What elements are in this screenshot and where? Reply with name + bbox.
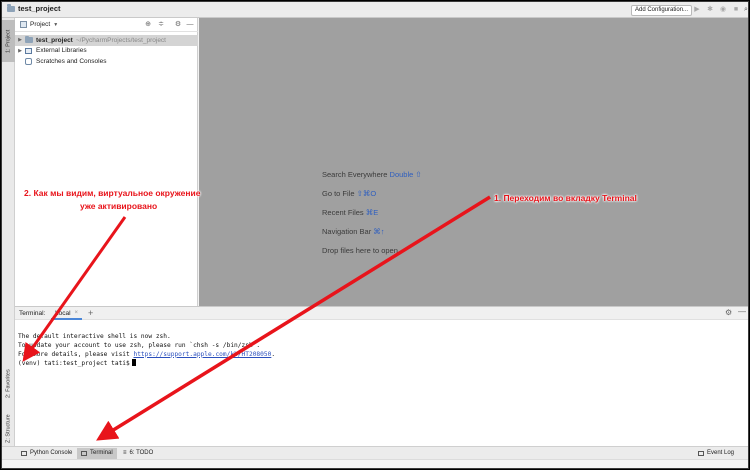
- library-icon: [25, 47, 32, 54]
- terminal-panel: Terminal: Local × + ⚙ — The default inte…: [15, 306, 748, 446]
- tab-favorites[interactable]: 2: Favorites: [2, 363, 15, 405]
- event-log-button[interactable]: Event Log: [694, 448, 738, 459]
- terminal-line: To update your account to use zsh, pleas…: [18, 341, 261, 349]
- annotation-right: 1. Переходим во вкладку Terminal: [494, 193, 637, 203]
- tree-item-label: External Libraries: [36, 47, 87, 55]
- tool-window-bar: Python Console Terminal ≡ 6: TODO Event …: [2, 446, 748, 459]
- annotation-left-line2: уже активировано: [80, 201, 158, 211]
- tree-item-project-root[interactable]: ▶ test_project ~/PycharmProjects/test_pr…: [15, 35, 198, 46]
- breadcrumb-project: test_project: [18, 4, 61, 13]
- tip-go-to-file: Go to File ⇧⌘O: [322, 189, 377, 198]
- new-tab-icon[interactable]: +: [88, 308, 93, 318]
- tree-item-path: ~/PycharmProjects/test_project: [75, 36, 166, 44]
- scratches-icon: [25, 57, 32, 65]
- tab-local[interactable]: Local ×: [51, 308, 83, 320]
- folder-icon: [25, 35, 33, 44]
- tree-item-external-libraries[interactable]: ▶ External Libraries: [15, 46, 198, 57]
- terminal-button[interactable]: Terminal: [77, 448, 117, 459]
- expand-arrow-icon[interactable]: ▶: [15, 48, 25, 54]
- tip-drop-files: Drop files here to open: [322, 246, 398, 255]
- terminal-line: The default interactive shell is now zsh…: [18, 333, 171, 340]
- terminal-label: Terminal:: [19, 310, 46, 317]
- annotation-left-line1: 2. Как мы видим, виртуальное окружение: [24, 188, 201, 198]
- breadcrumb[interactable]: test_project: [7, 4, 61, 13]
- ide-window: test_project Add Configuration... ▶ ✱ ◉ …: [1, 1, 749, 469]
- gear-icon[interactable]: ⚙: [725, 308, 732, 317]
- terminal-prompt-line: (venv) tati:test_project tati$: [18, 359, 743, 369]
- terminal-output[interactable]: The default interactive shell is now zsh…: [18, 333, 743, 369]
- debug-icon[interactable]: ✱: [705, 5, 715, 15]
- expand-arrow-icon[interactable]: ▶: [15, 37, 25, 43]
- event-log-icon: [698, 451, 704, 456]
- status-line: [2, 459, 748, 468]
- tip-search-everywhere: Search Everywhere Double ⇧: [322, 170, 422, 179]
- project-view-icon: [20, 21, 27, 28]
- collapse-icon[interactable]: ≑: [157, 21, 165, 29]
- todo-icon: ≡: [123, 450, 127, 456]
- tip-recent-files: Recent Files ⌘E: [322, 208, 379, 217]
- tree-item-label: test_project: [36, 36, 73, 44]
- left-tool-strip: 1: Project 2: Favorites Z: Structure: [2, 18, 15, 446]
- gear-icon[interactable]: ⚙: [174, 21, 182, 29]
- stop-icon[interactable]: ■: [731, 5, 741, 15]
- python-console-icon: [21, 451, 27, 456]
- project-view-selector[interactable]: Project ▼: [20, 21, 58, 28]
- python-console-button[interactable]: Python Console: [17, 448, 76, 459]
- terminal-cursor: [131, 359, 136, 367]
- project-tree: ▶ test_project ~/PycharmProjects/test_pr…: [15, 35, 198, 67]
- coverage-icon[interactable]: ◉: [718, 5, 728, 15]
- editor-empty-area[interactable]: Search Everywhere Double ⇧ Go to File ⇧⌘…: [199, 18, 748, 306]
- terminal-prompt: (venv) tati:test_project tati$: [18, 360, 130, 368]
- run-icon[interactable]: ▶: [692, 5, 702, 15]
- terminal-icon: [81, 451, 87, 456]
- folder-icon: [7, 4, 15, 12]
- add-configuration-button[interactable]: Add Configuration...: [631, 5, 693, 16]
- tip-navigation-bar: Navigation Bar ⌘↑: [322, 227, 385, 236]
- project-panel-header: Project ▼ ⊕ ≑ ⚙ —: [15, 18, 198, 32]
- terminal-tab-bar: Terminal: Local × + ⚙ —: [15, 307, 748, 320]
- project-panel-title: Project: [30, 21, 51, 28]
- support-link[interactable]: https://support.apple.com/kb/HT208050: [133, 351, 271, 358]
- tab-project[interactable]: 1: Project: [2, 20, 15, 62]
- tree-item-label: Scratches and Consoles: [36, 57, 107, 65]
- terminal-line: For more details, please visit https://s…: [18, 350, 276, 358]
- todo-button[interactable]: ≡ 6: TODO: [119, 448, 157, 459]
- locate-icon[interactable]: ⊕: [144, 21, 152, 29]
- minimize-icon[interactable]: —: [738, 307, 746, 316]
- minimize-icon[interactable]: —: [186, 21, 194, 29]
- close-icon[interactable]: ×: [75, 308, 79, 319]
- chevron-down-icon: ▼: [53, 21, 59, 28]
- tree-item-scratches[interactable]: Scratches and Consoles: [15, 56, 198, 67]
- search-icon[interactable]: ⌕: [741, 5, 748, 15]
- project-panel: Project ▼ ⊕ ≑ ⚙ — ▶ test_project ~/Pycha…: [15, 18, 198, 306]
- navigation-bar: test_project Add Configuration... ▶ ✱ ◉ …: [2, 2, 748, 18]
- tab-structure[interactable]: Z: Structure: [2, 410, 15, 448]
